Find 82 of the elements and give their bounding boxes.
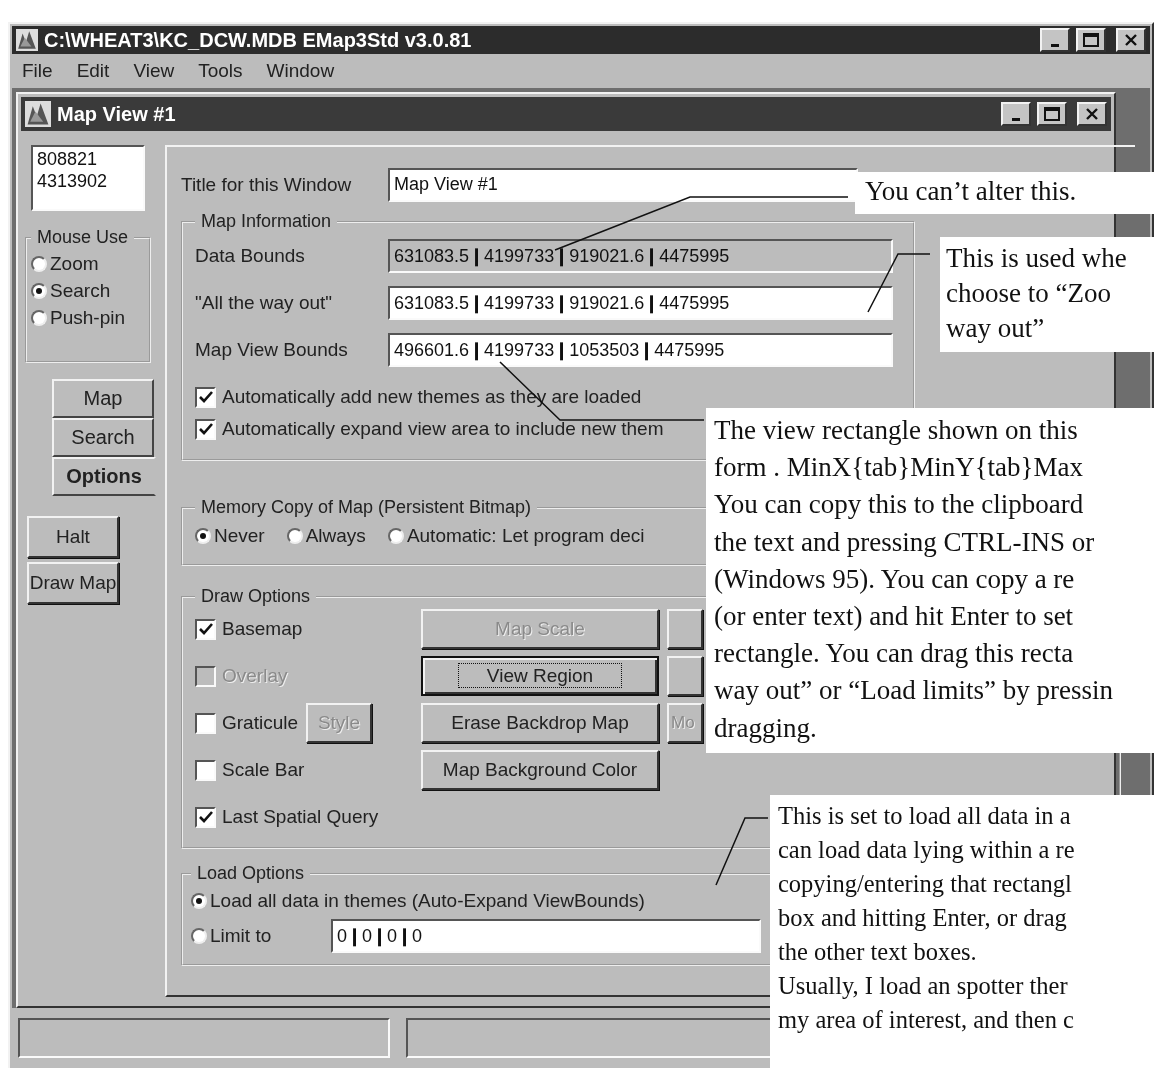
maximize-icon [1044,107,1060,121]
radio-circle[interactable] [191,893,207,909]
minimize-icon [1051,43,1059,47]
radio-option[interactable]: Push-pin [31,304,145,331]
limit-field[interactable]: 0❙0❙0❙0 [331,919,761,953]
close-icon [1124,33,1138,47]
maximize-icon [1083,33,1099,47]
checkbox-box[interactable] [195,386,216,408]
check-icon [198,811,213,823]
app-icon [25,101,51,127]
callout-text: This is used whe choose to “Zoo way out” [940,237,1154,352]
tab[interactable]: Map [52,379,154,418]
field-label: Data Bounds [195,244,306,267]
checkbox[interactable]: Automatically expand view area to include new them [195,418,664,440]
radio-circle[interactable] [31,309,47,326]
menu-item[interactable]: Tools [198,60,243,82]
menu-item[interactable]: File [22,60,53,82]
radio-option[interactable]: Always [286,522,366,550]
option-button[interactable]: Map Background Color [421,750,659,790]
checkbox[interactable]: Last Spatial Query [195,806,379,828]
menu-item[interactable]: Edit [76,60,110,82]
minimize-button[interactable] [1040,28,1070,52]
radio-option[interactable]: Never [195,522,265,550]
option-button[interactable] [667,609,703,649]
check-icon [198,391,213,403]
checkbox-box[interactable] [195,618,216,640]
field-label: "All the way out" [195,291,334,314]
callout-text: The view rectangle shown on this form . MinX{tab}MinY{tab}Max You can copy this to the clipboard the text and pressing CTRL-INS or (Windows 95). You can copy a re (or enter text) and hit Enter to set rectangle. You can drag this recta way out” or “Load limits” by pressin dragging. [706,408,1154,753]
app-icon [16,29,38,51]
radio-circle[interactable] [286,528,303,544]
radio-option[interactable]: Search [31,277,145,304]
leader-line [867,253,931,313]
close-icon [1085,107,1099,121]
action-button[interactable]: Halt [27,516,119,558]
option-button[interactable]: View Region [421,656,659,696]
checkbox[interactable]: Scale Bar [195,759,305,781]
radio-circle[interactable] [387,528,404,544]
close-button[interactable] [1077,102,1107,126]
bounds-field[interactable]: 496601.6❙4199733❙1053503❙4475995 [388,332,893,367]
field-label: Map View Bounds [195,338,349,361]
menu-item[interactable]: View [133,60,175,82]
minimize-button[interactable] [1001,102,1031,126]
close-button[interactable] [1116,28,1146,52]
group-title: Memory Copy of Map (Persistent Bitmap) [200,497,533,518]
callout-text: You can’t alter this. [855,172,1154,214]
radio-option[interactable]: Limit to [191,922,331,950]
group-title: Load Options [196,863,306,884]
option-button[interactable] [667,656,703,696]
checkbox-box[interactable] [195,418,216,440]
callout-text: This is set to load all data in a can load data lying within a re copying/entering that rectangl box and hitting Enter, or drag the other text boxes. Usually, I load an spotter ther my area of interest, and then c [770,795,1154,1068]
radio-circle[interactable] [191,928,207,944]
checkbox-box[interactable] [195,806,216,828]
checkbox[interactable]: Graticule [195,712,299,734]
checkbox[interactable]: Basemap [195,618,303,640]
radio-circle[interactable] [31,282,47,299]
tab[interactable]: Options [52,457,156,496]
checkbox-box[interactable] [195,759,216,781]
coordinate-readout: 808821 4313902 [31,145,145,211]
radio-option[interactable]: Load all data in themes (Auto-Expand ViewBounds) [191,887,645,915]
check-icon [198,623,213,635]
group-title: Draw Options [200,586,312,607]
window-title: Map View #1 [57,102,177,126]
radio-circle[interactable] [195,528,211,544]
action-button[interactable]: Draw Map [27,562,119,604]
radio-option[interactable]: Zoom [31,250,145,277]
group-title: Mouse Use [36,227,130,248]
window-title: C:\WHEAT3\KC_DCW.MDB EMap3Std v3.0.81 [44,28,473,52]
maximize-button[interactable] [1076,28,1106,52]
checkbox-box[interactable] [195,712,216,734]
check-icon [198,423,213,435]
radio-circle[interactable] [31,255,47,272]
tab[interactable]: Search [52,418,154,457]
bounds-field[interactable]: 631083.5❙4199733❙919021.6❙4475995 [388,285,893,320]
maximize-button[interactable] [1037,102,1067,126]
title-field[interactable]: Map View #1 [388,168,858,202]
leader-line [715,817,769,886]
radio-option[interactable]: Automatic: Let program deci [387,522,645,550]
menu-item[interactable]: Window [266,60,335,82]
minimize-icon [1012,117,1020,121]
field-label: Title for this Window [181,174,353,196]
group-title: Map Information [200,211,333,232]
option-button[interactable]: Erase Backdrop Map [421,703,659,743]
